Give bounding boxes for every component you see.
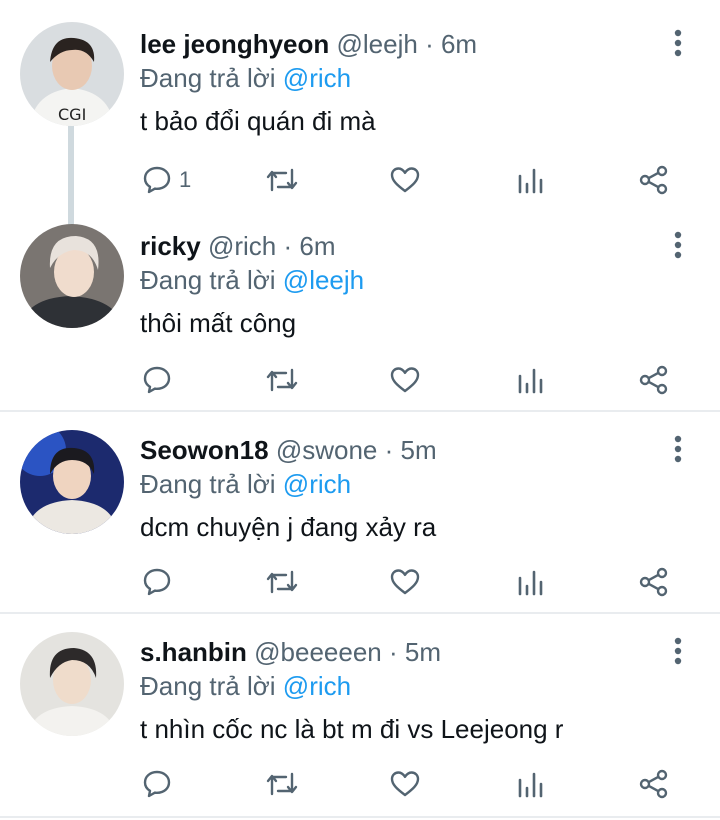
display-name[interactable]: lee jeonghyeon: [140, 29, 329, 59]
tweet-header: lee jeonghyeon @leejh · 6m: [140, 28, 477, 60]
analytics-button[interactable]: [516, 762, 546, 806]
analytics-button[interactable]: [516, 158, 546, 202]
like-button[interactable]: [389, 358, 421, 402]
analytics-icon: [518, 368, 543, 394]
mention-link[interactable]: @rich: [283, 469, 351, 499]
user-handle[interactable]: @rich: [208, 231, 276, 261]
timestamp[interactable]: 6m: [441, 29, 477, 59]
more-options-icon[interactable]: [664, 636, 692, 666]
timestamp[interactable]: 6m: [299, 231, 335, 261]
share-button[interactable]: [638, 158, 670, 202]
reply-button[interactable]: 1: [141, 158, 191, 202]
action-bar: [0, 358, 720, 402]
retweet-button[interactable]: [264, 358, 300, 402]
avatar[interactable]: [20, 430, 124, 534]
share-icon: [639, 365, 668, 395]
timestamp[interactable]: 5m: [401, 435, 437, 465]
display-name[interactable]: ricky: [140, 231, 201, 261]
analytics-icon: [518, 772, 543, 798]
share-button[interactable]: [638, 762, 670, 806]
replying-to: Đang trả lời @rich: [140, 670, 351, 702]
mention-link[interactable]: @rich: [283, 63, 351, 93]
retweet-button[interactable]: [264, 762, 300, 806]
more-options-icon[interactable]: [664, 28, 692, 58]
replying-to-label: Đang trả lời: [140, 671, 276, 701]
separator-dot: ·: [425, 29, 434, 59]
like-button[interactable]: [389, 762, 421, 806]
avatar[interactable]: [20, 632, 124, 736]
tweet-header: s.hanbin @beeeeen · 5m: [140, 636, 441, 668]
like-button[interactable]: [389, 560, 421, 604]
more-options-icon[interactable]: [664, 230, 692, 260]
action-bar: 1: [0, 158, 720, 202]
tweet-text: dcm chuyện j đang xảy ra: [140, 512, 437, 542]
tweet-header: Seowon18 @swone · 5m: [140, 434, 437, 466]
display-name[interactable]: s.hanbin: [140, 637, 247, 667]
reply-button[interactable]: [141, 762, 179, 806]
reply-icon: [143, 166, 171, 194]
replying-to-label: Đang trả lời: [140, 469, 276, 499]
replying-to: Đang trả lời @rich: [140, 62, 351, 94]
like-icon: [390, 569, 420, 595]
reply-icon: [143, 770, 171, 798]
share-icon: [639, 165, 668, 195]
like-icon: [390, 771, 420, 797]
share-icon: [639, 567, 668, 597]
user-handle[interactable]: @leejh: [337, 29, 418, 59]
mention-link[interactable]: @rich: [283, 671, 351, 701]
reply-count: 1: [179, 167, 192, 192]
retweet-icon: [266, 368, 298, 392]
tweet-text: t nhìn cốc nc là bt m đi vs Leejeong r: [140, 714, 564, 744]
analytics-button[interactable]: [516, 560, 546, 604]
retweet-icon: [266, 168, 298, 192]
share-button[interactable]: [638, 358, 670, 402]
timestamp[interactable]: 5m: [405, 637, 441, 667]
tweet-reply[interactable]: CGI lee jeonghyeon @leejh · 6m Đang trả …: [0, 0, 720, 226]
reply-icon: [143, 366, 171, 394]
share-icon: [639, 769, 668, 799]
replying-to-label: Đang trả lời: [140, 265, 276, 295]
avatar[interactable]: [20, 224, 124, 328]
like-button[interactable]: [389, 158, 421, 202]
tweet-reply[interactable]: ricky @rich · 6m Đang trả lời @leejh thô…: [0, 202, 720, 412]
reply-button[interactable]: [141, 358, 179, 402]
avatar[interactable]: CGI: [20, 22, 124, 126]
share-button[interactable]: [638, 560, 670, 604]
tweet-header: ricky @rich · 6m: [140, 230, 336, 262]
display-name[interactable]: Seowon18: [140, 435, 269, 465]
mention-link[interactable]: @leejh: [283, 265, 364, 295]
like-icon: [390, 167, 420, 193]
analytics-icon: [518, 570, 543, 596]
retweet-button[interactable]: [264, 560, 300, 604]
retweet-button[interactable]: [264, 158, 300, 202]
tweet-text: thôi mất công: [140, 308, 297, 338]
tweet-text: t bảo đổi quán đi mà: [140, 106, 376, 136]
reply-button[interactable]: [141, 560, 179, 604]
replying-to: Đang trả lời @rich: [140, 468, 351, 500]
retweet-icon: [266, 772, 298, 796]
analytics-button[interactable]: [516, 358, 546, 402]
like-icon: [390, 367, 420, 393]
user-handle[interactable]: @beeeeen: [254, 637, 382, 667]
analytics-icon: [518, 168, 543, 194]
tweet-reply[interactable]: Seowon18 @swone · 5m Đang trả lời @rich …: [0, 412, 720, 614]
svg-text:CGI: CGI: [58, 105, 86, 124]
retweet-icon: [266, 570, 298, 594]
replying-to-label: Đang trả lời: [140, 63, 276, 93]
replying-to: Đang trả lời @leejh: [140, 264, 364, 296]
tweet-reply[interactable]: s.hanbin @beeeeen · 5m Đang trả lời @ric…: [0, 614, 720, 818]
action-bar: [0, 762, 720, 806]
more-options-icon[interactable]: [664, 434, 692, 464]
separator-dot: ·: [283, 231, 293, 261]
user-handle[interactable]: @swone: [276, 435, 378, 465]
reply-icon: [143, 568, 171, 596]
separator-dot: ·: [384, 435, 394, 465]
separator-dot: ·: [389, 637, 398, 667]
action-bar: [0, 560, 720, 604]
